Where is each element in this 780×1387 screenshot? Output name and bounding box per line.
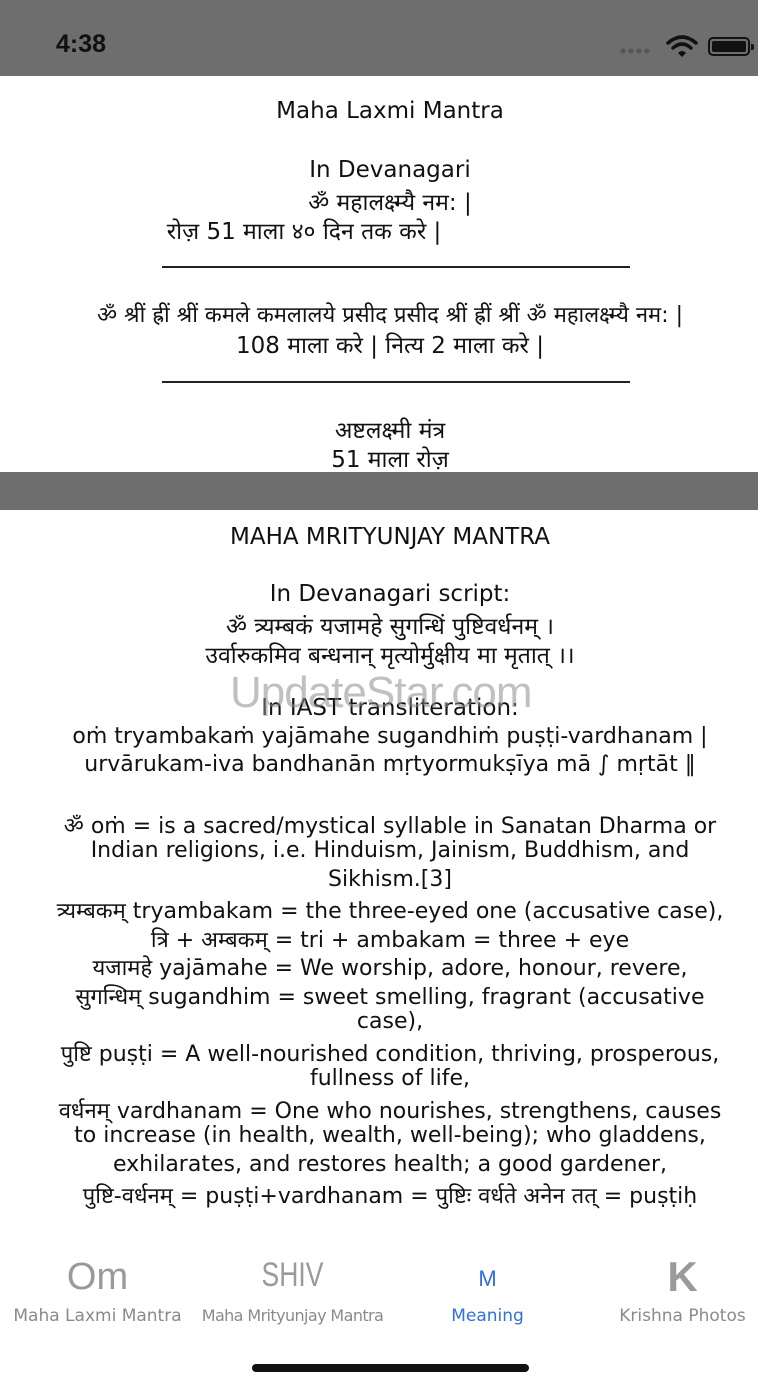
mrityunjay-devanagari-line-2: उर्वारुकमिव बन्धनान् मृत्योर्मुक्षीय मा … <box>205 643 575 669</box>
meaning-line: fullness of life, <box>309 1066 470 1091</box>
watermark: UpdateStar.com <box>230 668 532 717</box>
meaning-icon: M <box>478 1266 497 1291</box>
home-indicator <box>252 1364 529 1372</box>
meaning-line: ॐ oṁ = is a sacred/mystical syllable in … <box>63 814 717 839</box>
tab-label: Maha Mrityunjay Mantra <box>201 1306 384 1325</box>
cellular-signal-icon <box>620 48 650 54</box>
laxmi-devanagari-heading: In Devanagari <box>309 157 471 183</box>
status-bar: 4:38 <box>0 0 758 76</box>
laxmi-mantra-line-1: ॐ महालक्ष्म्यै नम: | <box>308 190 472 216</box>
meaning-line: सुगन्धिम् sugandhim = sweet smelling, fr… <box>75 985 705 1010</box>
devanagari-script-heading: In Devanagari script: <box>269 581 511 607</box>
laxmi-mantra-line-2: ॐ श्रीं ह्रीं श्रीं कमले कमलालये प्रसीद … <box>96 303 684 328</box>
shiv-icon: SHIV <box>261 1256 324 1294</box>
tab-label: Meaning <box>451 1306 524 1326</box>
tab-meaning[interactable]: M Meaning <box>390 1250 585 1340</box>
meaning-line: यजामहे yajāmahe = We worship, adore, hon… <box>92 956 688 981</box>
panel-separator <box>0 472 758 510</box>
meaning-line: Indian religions, i.e. Hinduism, Jainism… <box>90 838 690 863</box>
status-time: 4:38 <box>56 30 107 58</box>
meaning-line: वर्धनम् vardhanam = One who nourishes, s… <box>58 1099 722 1124</box>
tab-maha-mrityunjay-mantra[interactable]: SHIV Maha Mrityunjay Mantra <box>195 1250 390 1340</box>
laxmi-instruction-2: 108 माला करे | नित्य 2 माला करे | <box>236 333 544 359</box>
meaning-line: पुष्टि puṣṭi = A well-nourished conditio… <box>60 1042 720 1067</box>
krishna-icon: K <box>667 1253 698 1300</box>
iast-line-1: oṁ tryambakaṁ yajāmahe sugandhiṁ puṣṭi-v… <box>72 724 708 749</box>
tab-maha-laxmi-mantra[interactable]: Om Maha Laxmi Mantra <box>0 1250 195 1340</box>
mrityunjay-meaning-panel[interactable]: MAHA MRITYUNJAY MANTRA In Devanagari scr… <box>0 510 780 1250</box>
mrityunjay-devanagari-line-1: ॐ त्र्यम्बकं यजामहे सुगन्धिं पुष्टिवर्धन… <box>225 614 554 640</box>
meaning-line: त्रि + अम्बकम् = tri + ambakam = three +… <box>150 928 630 953</box>
iast-line-2: urvārukam-iva bandhanān mṛtyormukṣīya mā… <box>84 752 696 777</box>
tab-label: Krishna Photos <box>619 1306 746 1326</box>
tab-krishna-photos[interactable]: K Krishna Photos <box>585 1250 780 1340</box>
battery-icon <box>708 37 754 56</box>
mrityunjay-title: MAHA MRITYUNJAY MANTRA <box>230 524 550 550</box>
tab-label: Maha Laxmi Mantra <box>13 1306 182 1326</box>
laxmi-divider-1 <box>162 266 630 268</box>
laxmi-mantra-panel: Maha Laxmi Mantra In Devanagari ॐ महालक्… <box>0 76 780 473</box>
meaning-line: Sikhism.[3] <box>328 867 452 892</box>
wifi-icon <box>666 35 698 57</box>
om-icon: Om <box>66 1256 129 1298</box>
laxmi-divider-2 <box>162 381 630 383</box>
laxmi-instruction-1: रोज़ 51 माला ४० दिन तक करे | <box>166 219 442 245</box>
laxmi-instruction-3: 51 माला रोज़ <box>331 447 449 473</box>
meaning-line: case), <box>356 1009 424 1034</box>
meaning-line: त्र्यम्बकम् tryambakam = the three-eyed … <box>56 899 724 924</box>
meaning-line: पुष्टि-वर्धनम् = puṣṭi+vardhanam = पुष्ट… <box>82 1184 698 1209</box>
meaning-line: exhilarates, and restores health; a good… <box>112 1152 668 1177</box>
ashtalakshmi-heading: अष्टलक्ष्मी मंत्र <box>334 418 446 444</box>
meaning-line: to increase (in health, wealth, well-bei… <box>74 1123 706 1148</box>
laxmi-title: Maha Laxmi Mantra <box>276 98 504 124</box>
